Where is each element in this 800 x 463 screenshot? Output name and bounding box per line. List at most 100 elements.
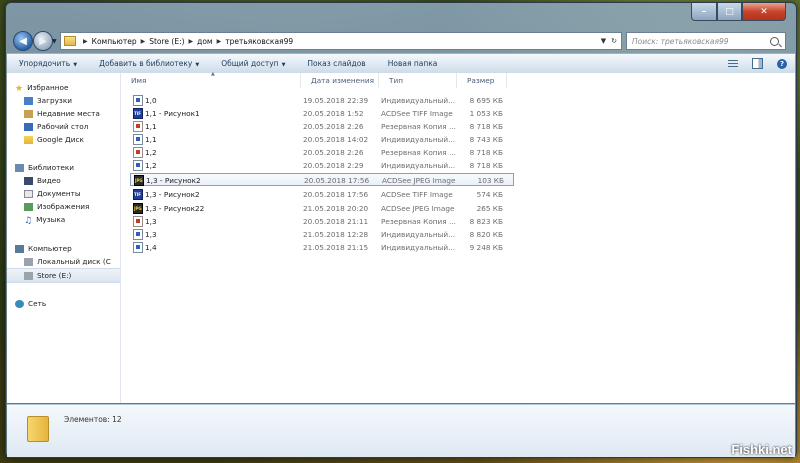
file-size: 574 КБ bbox=[476, 190, 503, 199]
nav-desktop[interactable]: Рабочий стол bbox=[7, 120, 120, 133]
file-row[interactable]: 1,0 19.05.2018 22:39 Индивидуальный... 8… bbox=[121, 94, 507, 107]
nav-music[interactable]: ♫ Музыка bbox=[7, 213, 120, 226]
nav-libraries-label: Библиотеки bbox=[28, 163, 75, 172]
file-date: 21.05.2018 20:20 bbox=[303, 204, 369, 213]
address-dropdown-icon[interactable]: ▼ bbox=[601, 37, 606, 45]
nav-network[interactable]: Сеть bbox=[7, 297, 120, 310]
forward-button[interactable]: ▶ bbox=[33, 31, 53, 51]
breadcrumb-dom[interactable]: дом bbox=[197, 37, 212, 46]
back-button[interactable]: ◀ bbox=[13, 31, 33, 51]
nav-computer[interactable]: Компьютер bbox=[7, 242, 120, 255]
file-row[interactable]: 1,1 - Рисунок1 20.05.2018 1:52 ACDSee TI… bbox=[121, 107, 507, 120]
minimize-button[interactable]: – bbox=[691, 3, 717, 21]
nav-downloads[interactable]: Загрузки bbox=[7, 94, 120, 107]
file-name: 1,3 - Рисунок2 bbox=[145, 190, 200, 199]
column-header-name[interactable]: Имя ▲ bbox=[121, 71, 301, 88]
help-icon[interactable]: ? bbox=[777, 58, 787, 69]
search-input[interactable]: Поиск: третьяковская99 bbox=[632, 37, 770, 46]
nav-local-disk-label: Локальный диск (C bbox=[37, 257, 111, 266]
command-bar: Упорядочить ▼ Добавить в библиотеку ▼ Общи… bbox=[7, 53, 795, 74]
close-button[interactable]: ✕ bbox=[742, 3, 786, 21]
nav-computer-label: Компьютер bbox=[28, 244, 72, 253]
file-size: 8 718 КБ bbox=[469, 161, 503, 170]
file-date: 20.05.2018 21:11 bbox=[303, 217, 369, 226]
file-date: 20.05.2018 2:29 bbox=[303, 161, 364, 170]
maximize-button[interactable]: □ bbox=[717, 3, 742, 21]
navigation-bar: ◀ ▶ ▼ ▶ Компьютер ▶ Store (E:) ▶ дом ▶ т… bbox=[6, 29, 796, 53]
music-icon: ♫ bbox=[24, 215, 33, 226]
file-row[interactable]: 1,3 - Рисунок22 21.05.2018 20:20 ACDSee … bbox=[121, 202, 507, 215]
nav-desktop-label: Рабочий стол bbox=[37, 122, 89, 131]
backup-file-icon bbox=[133, 147, 143, 158]
breadcrumb-current-folder[interactable]: третьяковская99 bbox=[225, 37, 293, 46]
nav-video[interactable]: Видео bbox=[7, 174, 120, 187]
file-row[interactable]: 1,4 21.05.2018 21:15 Индивидуальный... 9… bbox=[121, 241, 507, 254]
network-icon bbox=[15, 299, 24, 308]
file-name: 1,3 bbox=[145, 230, 157, 239]
chevron-right-icon[interactable]: ▶ bbox=[189, 38, 194, 45]
arrow-right-icon: ▶ bbox=[39, 35, 47, 47]
address-controls: ▼ ↻ bbox=[601, 37, 617, 45]
address-bar[interactable]: ▶ Компьютер ▶ Store (E:) ▶ дом ▶ третьяк… bbox=[60, 32, 622, 50]
nav-favorites[interactable]: ★ Избранное bbox=[7, 81, 120, 94]
search-box[interactable]: Поиск: третьяковская99 bbox=[626, 32, 786, 50]
view-options-icon[interactable] bbox=[728, 59, 738, 68]
file-date: 19.05.2018 22:39 bbox=[303, 96, 369, 105]
organize-label: Упорядочить bbox=[19, 59, 71, 68]
file-name: 1,2 bbox=[145, 161, 157, 170]
file-row[interactable]: 1,3 - Рисунок2 20.05.2018 17:56 ACDSee T… bbox=[121, 188, 507, 201]
add-to-library-button[interactable]: Добавить в библиотеку ▼ bbox=[99, 59, 199, 68]
nav-recent[interactable]: Недавние места bbox=[7, 107, 120, 120]
nav-store[interactable]: Store (E:) bbox=[7, 268, 120, 283]
file-date: 20.05.2018 2:26 bbox=[303, 148, 364, 157]
column-header-size[interactable]: Размер bbox=[457, 73, 507, 88]
column-header: Имя ▲ Дата изменения Тип Размер bbox=[121, 71, 795, 88]
file-date: 20.05.2018 17:56 bbox=[303, 190, 369, 199]
nav-google-drive[interactable]: Google Диск bbox=[7, 133, 120, 146]
file-row[interactable]: 1,3 21.05.2018 12:28 Индивидуальный... 8… bbox=[121, 228, 507, 241]
nav-pictures[interactable]: Изображения bbox=[7, 200, 120, 213]
breadcrumb-store[interactable]: Store (E:) bbox=[149, 37, 184, 46]
file-row[interactable]: 1,1 20.05.2018 14:02 Индивидуальный... 8… bbox=[121, 133, 507, 146]
file-row[interactable]: 1,2 20.05.2018 2:26 Резервная Копия ... … bbox=[121, 146, 507, 159]
history-dropdown-icon[interactable]: ▼ bbox=[52, 38, 57, 45]
details-pane: Элементов: 12 bbox=[7, 404, 795, 457]
file-row[interactable]: 1,2 20.05.2018 2:29 Индивидуальный... 8 … bbox=[121, 159, 507, 172]
file-row-selected[interactable]: 1,3 - Рисунок2 20.05.2018 17:56 ACDSee J… bbox=[130, 173, 514, 186]
drive-icon bbox=[24, 271, 33, 280]
file-row[interactable]: 1,3 20.05.2018 21:11 Резервная Копия ...… bbox=[121, 215, 507, 228]
chevron-right-icon[interactable]: ▶ bbox=[83, 38, 88, 45]
column-header-date[interactable]: Дата изменения bbox=[301, 73, 379, 88]
file-type: Индивидуальный... bbox=[381, 135, 456, 144]
refresh-icon[interactable]: ↻ bbox=[611, 37, 617, 45]
nav-recent-label: Недавние места bbox=[37, 109, 100, 118]
breadcrumb-computer[interactable]: Компьютер bbox=[92, 37, 137, 46]
nav-libraries[interactable]: Библиотеки bbox=[7, 161, 120, 174]
file-name: 1,1 bbox=[145, 122, 157, 131]
organize-button[interactable]: Упорядочить ▼ bbox=[19, 59, 77, 68]
chevron-down-icon: ▼ bbox=[281, 62, 286, 68]
drive-icon bbox=[24, 257, 33, 266]
search-icon[interactable] bbox=[770, 36, 779, 46]
preview-pane-icon[interactable] bbox=[752, 58, 763, 69]
downloads-icon bbox=[24, 96, 33, 105]
chevron-right-icon[interactable]: ▶ bbox=[217, 38, 222, 45]
file-size: 8 718 КБ bbox=[469, 122, 503, 131]
new-folder-button[interactable]: Новая папка bbox=[388, 59, 438, 68]
nav-local-disk[interactable]: Локальный диск (C bbox=[7, 255, 120, 268]
sort-up-icon: ▲ bbox=[211, 71, 215, 77]
nav-google-drive-label: Google Диск bbox=[37, 135, 84, 144]
backup-file-icon bbox=[133, 121, 143, 132]
chevron-right-icon[interactable]: ▶ bbox=[141, 38, 146, 45]
file-name: 1,3 - Рисунок2 bbox=[146, 176, 201, 185]
file-row[interactable]: 1,1 20.05.2018 2:26 Резервная Копия ... … bbox=[121, 120, 507, 133]
nav-downloads-label: Загрузки bbox=[37, 96, 72, 105]
tiff-image-icon bbox=[133, 108, 143, 119]
file-type: ACDSee TIFF Image bbox=[381, 190, 453, 199]
nav-network-label: Сеть bbox=[28, 299, 47, 308]
column-header-type[interactable]: Тип bbox=[379, 73, 457, 88]
file-name: 1,4 bbox=[145, 243, 157, 252]
slideshow-button[interactable]: Показ слайдов bbox=[307, 59, 365, 68]
nav-documents[interactable]: Документы bbox=[7, 187, 120, 200]
share-button[interactable]: Общий доступ ▼ bbox=[221, 59, 285, 68]
